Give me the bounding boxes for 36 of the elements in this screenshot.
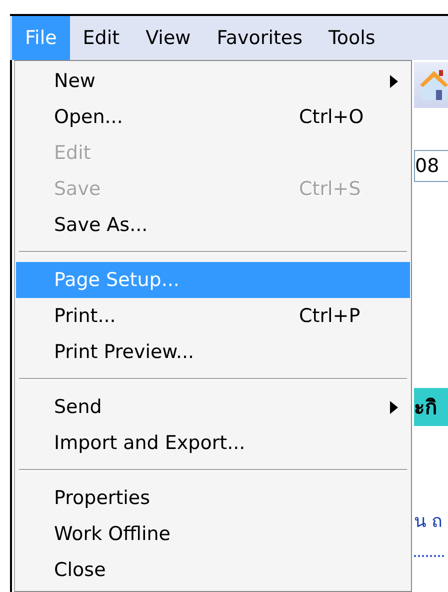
menu-item[interactable]: Work Offline: [16, 516, 410, 552]
page-link[interactable]: น ถ: [414, 506, 448, 535]
menu-item[interactable]: Import and Export...: [16, 425, 410, 461]
home-icon: [418, 68, 448, 102]
menu-bar-item[interactable]: View: [132, 16, 204, 60]
shortcut-label: Ctrl+O: [299, 106, 365, 128]
menu-item-label: New: [54, 70, 96, 92]
menu-item-label: Send: [54, 396, 103, 418]
submenu-arrow-icon: [390, 400, 398, 414]
menu-item-label: Edit: [54, 142, 92, 164]
menu-bar-item[interactable]: Edit: [70, 16, 133, 60]
menu-item-label: Properties: [54, 487, 152, 509]
menu-item-label: Import and Export...: [54, 432, 246, 454]
menu-item[interactable]: Print Preview...: [16, 334, 410, 370]
menu-item-label: Open...: [54, 106, 124, 128]
page-banner: ะกิ: [414, 388, 448, 426]
menu-item[interactable]: Properties: [16, 480, 410, 516]
menu-item-label: Print Preview...: [54, 341, 196, 363]
menu-item[interactable]: Save As...: [16, 207, 410, 243]
shortcut-label: Ctrl+S: [299, 178, 362, 200]
menu-item-label: Save As...: [54, 214, 149, 236]
shortcut-label: Ctrl+P: [299, 305, 362, 327]
menu-item[interactable]: Close: [16, 552, 410, 588]
menu-item[interactable]: Print... Ctrl+P: [16, 298, 410, 334]
menu-bar-item[interactable]: Favorites: [204, 16, 316, 60]
menu-item[interactable]: New: [16, 63, 410, 99]
menu-item-label: Save: [54, 178, 102, 200]
menu-item-label: Work Offline: [54, 523, 172, 545]
address-field[interactable]: 08: [414, 150, 448, 182]
menu-item-label: Close: [54, 559, 107, 581]
menu-item-label: Print...: [54, 305, 117, 327]
submenu-arrow-icon: [390, 74, 398, 88]
menu-item-label: Page Setup...: [54, 269, 180, 291]
menu-item[interactable]: Send: [16, 389, 410, 425]
menu-item[interactable]: Open... Ctrl+O: [16, 99, 410, 135]
menu-bar-item[interactable]: Tools: [316, 16, 388, 60]
